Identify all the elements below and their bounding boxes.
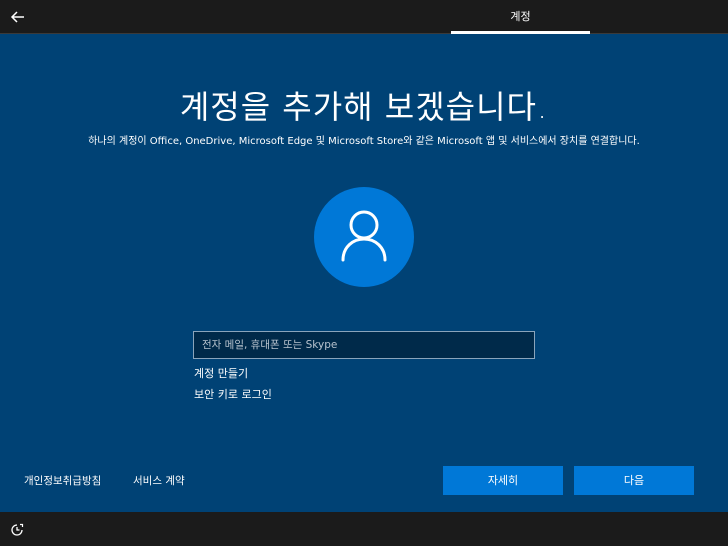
avatar (314, 187, 414, 287)
email-input[interactable] (193, 331, 535, 359)
next-button[interactable]: 다음 (574, 466, 694, 495)
accessibility-button[interactable] (10, 522, 24, 536)
learn-more-button[interactable]: 자세히 (443, 466, 563, 495)
service-agreement-link[interactable]: 서비스 계약 (133, 473, 185, 488)
accessibility-icon (11, 523, 24, 536)
page-title: 계정을 추가해 보겠습니다. (179, 88, 549, 126)
top-bar: 계정 (0, 0, 728, 34)
user-icon (341, 210, 387, 262)
tab-account[interactable]: 계정 (451, 0, 590, 34)
create-account-link[interactable]: 계정 만들기 (194, 365, 248, 381)
back-arrow-icon (10, 11, 24, 23)
main-panel: 계정을 추가해 보겠습니다. 하나의 계정이 Office, OneDrive,… (0, 34, 728, 512)
bottom-bar (0, 512, 728, 546)
page-subtitle: 하나의 계정이 Office, OneDrive, Microsoft Edge… (88, 136, 640, 147)
security-key-link[interactable]: 보안 키로 로그인 (194, 386, 272, 402)
back-button[interactable] (8, 7, 28, 27)
privacy-link[interactable]: 개인정보취급방침 (24, 473, 101, 488)
